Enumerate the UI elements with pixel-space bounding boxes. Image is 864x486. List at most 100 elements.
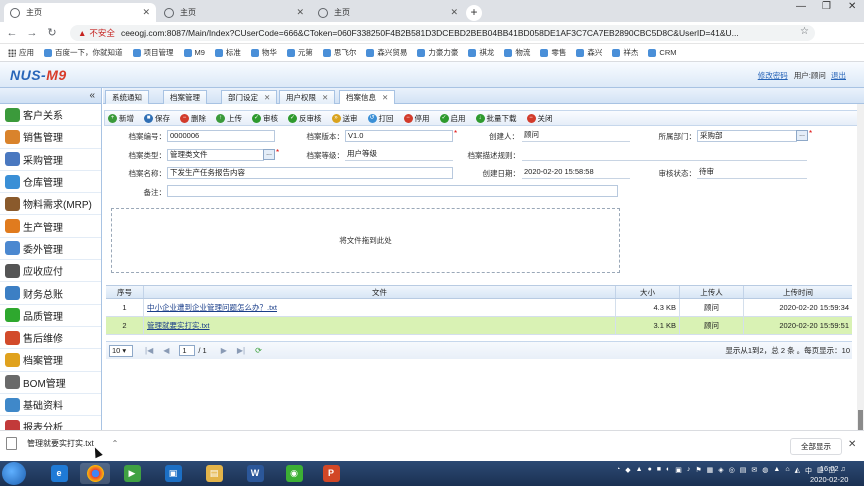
close-window-icon[interactable]: ✕: [848, 1, 856, 12]
tray-icon[interactable]: ◔: [616, 466, 620, 476]
bookmark[interactable]: 标准: [214, 47, 241, 58]
tray-icon[interactable]: ▦: [707, 466, 714, 476]
remark-field[interactable]: [167, 185, 618, 197]
change-password-link[interactable]: 修改密码: [758, 71, 788, 80]
tray-icon[interactable]: ●: [648, 466, 652, 476]
toolbar-button[interactable]: ↓ 批量下载: [475, 113, 517, 124]
bookmark[interactable]: 物流: [504, 47, 530, 58]
bookmark[interactable]: 项目管理: [132, 47, 174, 58]
content-tab[interactable]: 部门设定 ✕: [221, 90, 278, 104]
name-field[interactable]: 下发生产任务报告内容: [167, 167, 453, 179]
version-field[interactable]: V1.0: [345, 130, 453, 142]
tray-icon[interactable]: ▲: [636, 466, 643, 476]
archive-no-field[interactable]: 0000006: [167, 130, 275, 142]
dept-field[interactable]: 采购部: [697, 130, 797, 142]
content-tab[interactable]: 档案管理: [163, 90, 207, 104]
bookmark[interactable]: 祺龙: [468, 47, 494, 58]
bookmark[interactable]: 森兴贸易: [366, 47, 407, 58]
sidebar-item-8[interactable]: 应收应付: [0, 260, 101, 283]
sidebar-item-5[interactable]: 物料需求(MRP): [0, 193, 101, 216]
sidebar-item-7[interactable]: 委外管理: [0, 238, 101, 261]
bookmark[interactable]: 祥杰: [612, 47, 638, 58]
page-scrollbar[interactable]: [857, 104, 864, 430]
page-size-select[interactable]: 10 ▾: [109, 344, 133, 357]
browser-tab[interactable]: 主页 ✕: [158, 3, 310, 22]
media-taskbar-icon[interactable]: ▶: [117, 463, 147, 484]
tray-icon[interactable]: ◐: [666, 466, 670, 476]
toolbar-button[interactable]: ✓ 审核: [252, 113, 278, 124]
sidebar-item-3[interactable]: 采购管理: [0, 149, 101, 171]
next-page-icon[interactable]: ▶: [221, 346, 227, 355]
chevron-up-icon[interactable]: ⌃: [112, 439, 119, 448]
file-link[interactable]: 管理就要实打实.txt: [147, 320, 210, 331]
toolbar-button[interactable]: − 停用: [403, 113, 430, 124]
show-all-downloads-button[interactable]: 全部显示: [790, 438, 842, 455]
scrollbar-thumb[interactable]: [858, 410, 863, 430]
rule-field[interactable]: [522, 149, 807, 161]
file-link[interactable]: 中小企业遭到企业管理问题怎么办？.txt: [147, 302, 277, 313]
bookmark[interactable]: CRM: [648, 48, 677, 57]
ie-taskbar-icon[interactable]: e: [44, 463, 74, 484]
wechat-taskbar-icon[interactable]: ◉: [279, 463, 309, 484]
reload-icon[interactable]: ↻: [44, 26, 60, 39]
toolbar-button[interactable]: + 新增: [108, 113, 134, 124]
tray-icon[interactable]: ⚑: [695, 466, 701, 476]
logout-link[interactable]: 退出: [831, 71, 846, 80]
sidebar-item-6[interactable]: 生产管理: [0, 215, 101, 238]
star-icon[interactable]: ☆: [800, 26, 809, 37]
close-icon[interactable]: ✕: [142, 7, 150, 18]
first-page-icon[interactable]: |◀: [145, 346, 153, 355]
close-icon[interactable]: ✕: [848, 439, 856, 450]
sidebar-item-9[interactable]: 财务总账: [0, 282, 101, 305]
bookmark[interactable]: 森兴: [576, 47, 602, 58]
tray-icon[interactable]: ■: [657, 466, 661, 476]
content-tab[interactable]: 用户权限 ✕: [279, 90, 336, 104]
new-tab-button[interactable]: +: [466, 5, 482, 21]
browser-tab[interactable]: 主页 ✕: [4, 3, 156, 22]
toolbar-button[interactable]: ↑ 上传: [216, 113, 242, 124]
tray-icon[interactable]: ▲: [773, 466, 780, 476]
toolbar-button[interactable]: ↺ 打回: [367, 113, 394, 124]
url-input[interactable]: ▲ 不安全 ceeogj.com:8087/Main/Index?CUserCo…: [70, 25, 815, 41]
content-tab[interactable]: 系统通知: [105, 90, 149, 104]
bookmark-apps[interactable]: 应用: [8, 47, 34, 58]
bookmark[interactable]: 物华: [250, 47, 277, 58]
tray-icon[interactable]: ◍: [762, 466, 768, 476]
bookmark[interactable]: 百度一下，你就知道: [44, 47, 123, 58]
tray-icon[interactable]: ▣: [675, 466, 682, 476]
sidebar-item-15[interactable]: 报表分析: [0, 416, 101, 430]
close-icon[interactable]: ✕: [322, 93, 328, 102]
chrome-taskbar-icon[interactable]: [80, 463, 110, 484]
type-picker-button[interactable]: ...: [263, 149, 275, 160]
tray-icon[interactable]: ▤: [740, 466, 747, 476]
tray-icon[interactable]: ♪: [687, 466, 691, 476]
sidebar-item-12[interactable]: 档案管理: [0, 349, 101, 372]
toolbar-button[interactable]: − 关闭: [526, 113, 553, 124]
maximize-icon[interactable]: ❐: [822, 1, 831, 12]
type-field[interactable]: 管理类文件: [167, 149, 264, 161]
toolbar-button[interactable]: ✓ 启用: [439, 113, 466, 124]
tray-icon[interactable]: ◈: [718, 466, 723, 476]
back-icon[interactable]: ←: [4, 27, 20, 39]
close-icon[interactable]: ✕: [296, 7, 304, 18]
sidebar-item-4[interactable]: 仓库管理: [0, 171, 101, 194]
forward-icon[interactable]: →: [24, 27, 40, 39]
sidebar-collapse-button[interactable]: «: [0, 88, 101, 104]
toolbar-button[interactable]: » 送审: [331, 113, 358, 124]
bookmark[interactable]: M9: [183, 48, 205, 57]
bookmark[interactable]: 元第: [286, 47, 313, 58]
close-icon[interactable]: ✕: [264, 93, 270, 102]
start-button[interactable]: [2, 462, 26, 485]
minimize-icon[interactable]: —: [796, 1, 806, 12]
close-icon[interactable]: ✕: [450, 7, 458, 18]
toolbar-button[interactable]: ✓ 反审核: [288, 113, 322, 124]
refresh-icon[interactable]: ⟳: [255, 346, 262, 355]
level-field[interactable]: 用户等级: [345, 149, 453, 161]
tray-icon[interactable]: ✉: [751, 466, 757, 476]
sidebar-item-11[interactable]: 售后维修: [0, 327, 101, 350]
bookmark[interactable]: 力豪力豪: [417, 47, 458, 58]
video-taskbar-icon[interactable]: ▣: [158, 463, 188, 484]
powerpoint-taskbar-icon[interactable]: P: [316, 463, 346, 484]
dept-picker-button[interactable]: ...: [796, 130, 808, 141]
table-row[interactable]: 2 管理就要实打实.txt 3.1 KB 顾问 2020-02-20 15:59…: [106, 317, 852, 335]
